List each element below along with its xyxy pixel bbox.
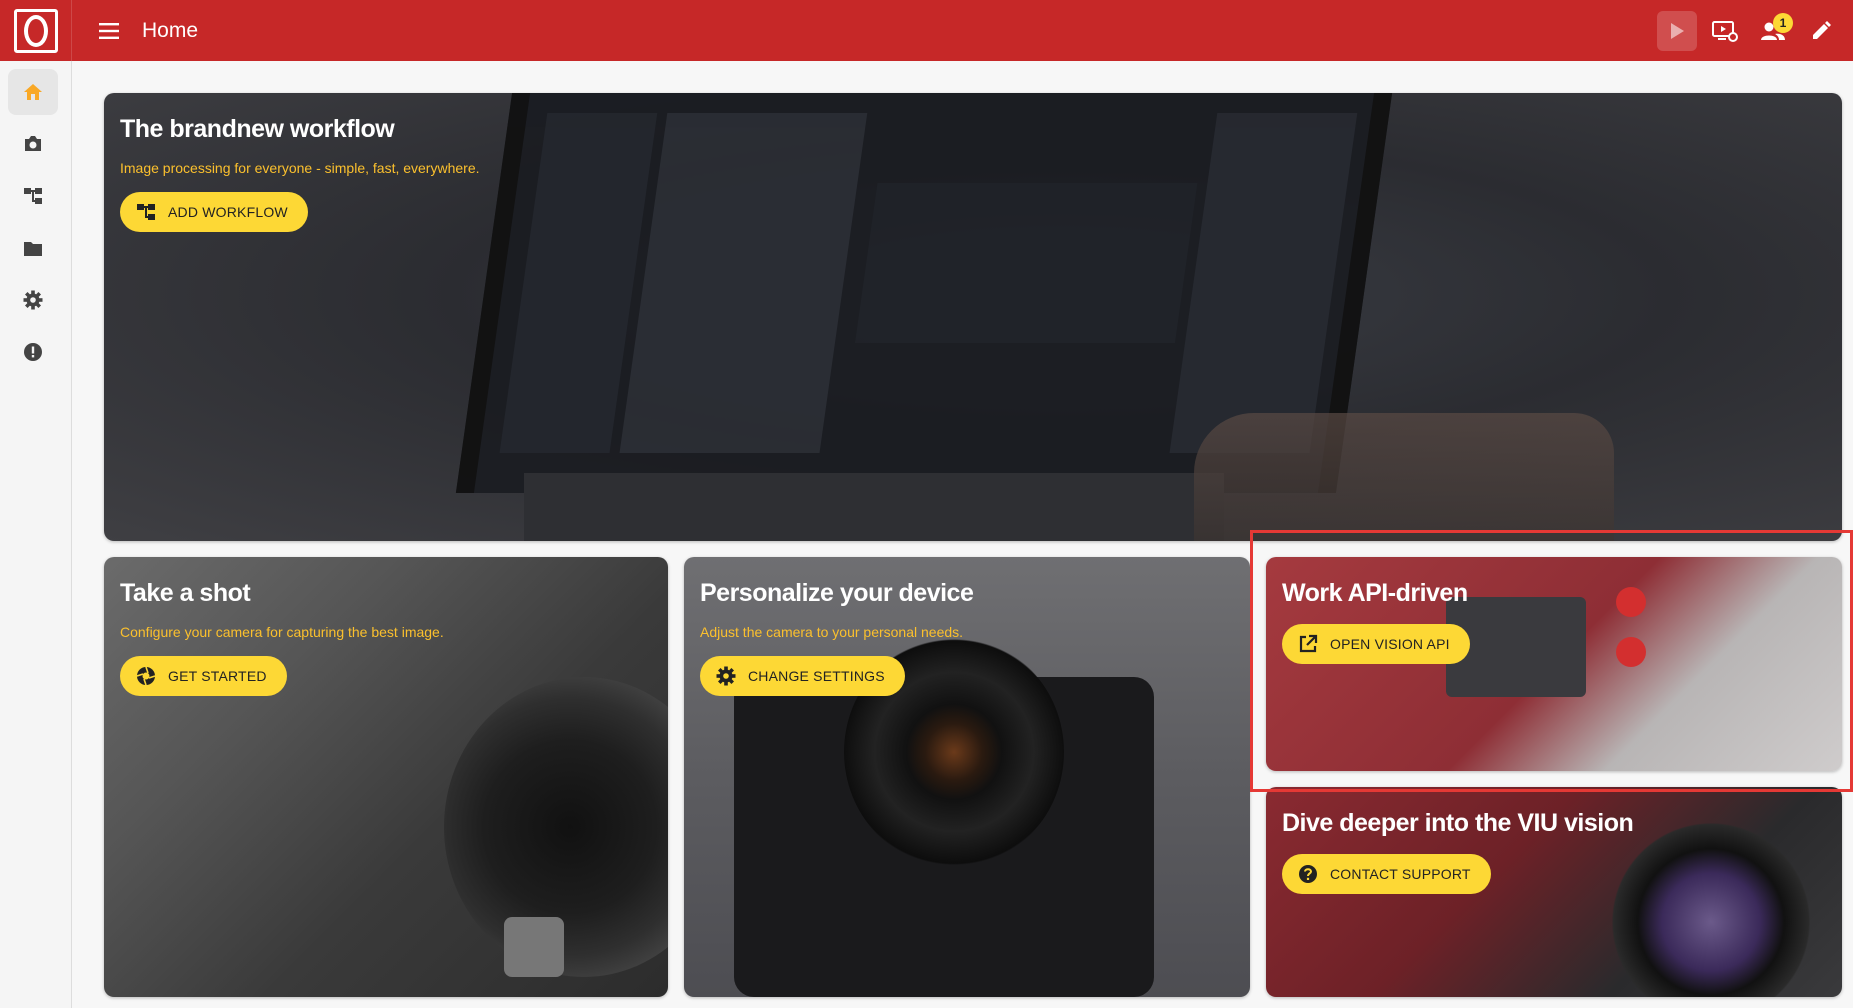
info-icon	[24, 343, 42, 361]
logo-icon	[13, 8, 58, 53]
contact-support-label: CONTACT SUPPORT	[1330, 866, 1471, 882]
appbar-actions: 1	[1657, 0, 1853, 61]
get-started-label: GET STARTED	[168, 668, 267, 684]
page-title: Home	[142, 18, 199, 42]
play-icon	[1671, 22, 1684, 39]
sidebar	[0, 61, 72, 1008]
sidebar-item-home[interactable]	[8, 69, 58, 115]
sidebar-item-info[interactable]	[8, 329, 58, 375]
contact-support-button[interactable]: CONTACT SUPPORT	[1282, 854, 1491, 894]
api-card: Work API-driven OPEN VISION API	[1266, 557, 1842, 771]
run-button[interactable]	[1657, 10, 1697, 51]
monitor-settings-icon	[1712, 20, 1738, 42]
api-title: Work API-driven	[1282, 579, 1468, 607]
home-icon	[24, 84, 42, 100]
main-content: The brandnew workflow Image processing f…	[72, 61, 1853, 1008]
settings-icon	[23, 290, 43, 310]
users-button[interactable]: 1	[1753, 11, 1793, 51]
hero-subtitle: Image processing for everyone - simple, …	[120, 160, 480, 176]
personalize-subtitle: Adjust the camera to your personal needs…	[700, 624, 964, 640]
aperture-icon	[136, 666, 156, 686]
dive-deeper-title: Dive deeper into the VIU vision	[1282, 809, 1634, 837]
sidebar-item-camera[interactable]	[8, 121, 58, 167]
workflow-icon	[137, 204, 155, 220]
change-settings-label: CHANGE SETTINGS	[748, 668, 885, 684]
edit-icon	[1813, 20, 1831, 39]
display-settings-button[interactable]	[1705, 11, 1745, 51]
external-link-icon	[1299, 634, 1318, 653]
take-shot-subtitle: Configure your camera for capturing the …	[120, 624, 444, 640]
hero-title: The brandnew workflow	[120, 115, 395, 143]
menu-icon	[99, 22, 119, 39]
personalize-title: Personalize your device	[700, 579, 974, 607]
add-workflow-button[interactable]: ADD WORKFLOW	[120, 192, 308, 232]
get-started-button[interactable]: GET STARTED	[120, 656, 287, 696]
menu-button[interactable]	[86, 8, 132, 54]
sidebar-item-settings[interactable]	[8, 277, 58, 323]
app-logo[interactable]	[0, 0, 72, 61]
laptop-base-image	[524, 473, 1224, 541]
sidebar-item-files[interactable]	[8, 225, 58, 271]
add-workflow-label: ADD WORKFLOW	[168, 204, 288, 220]
dive-deeper-card: Dive deeper into the VIU vision CONTACT …	[1266, 787, 1842, 997]
change-settings-button[interactable]: CHANGE SETTINGS	[700, 656, 905, 696]
help-icon	[1299, 865, 1317, 883]
settings-icon	[716, 666, 736, 686]
open-vision-api-label: OPEN VISION API	[1330, 636, 1450, 652]
edit-button[interactable]	[1801, 11, 1841, 51]
personalize-card: Personalize your device Adjust the camer…	[684, 557, 1250, 997]
folder-icon	[24, 241, 42, 256]
camera-icon	[25, 136, 41, 151]
notification-badge: 1	[1773, 12, 1793, 33]
open-vision-api-button[interactable]: OPEN VISION API	[1282, 624, 1470, 664]
take-shot-title: Take a shot	[120, 579, 251, 607]
app-bar: Home 1	[0, 0, 1853, 61]
sidebar-item-workflow[interactable]	[8, 173, 58, 219]
workflow-icon	[24, 188, 42, 204]
hero-card: The brandnew workflow Image processing f…	[104, 93, 1842, 541]
hand-image	[1194, 413, 1614, 541]
take-shot-card: Take a shot Configure your camera for ca…	[104, 557, 668, 997]
